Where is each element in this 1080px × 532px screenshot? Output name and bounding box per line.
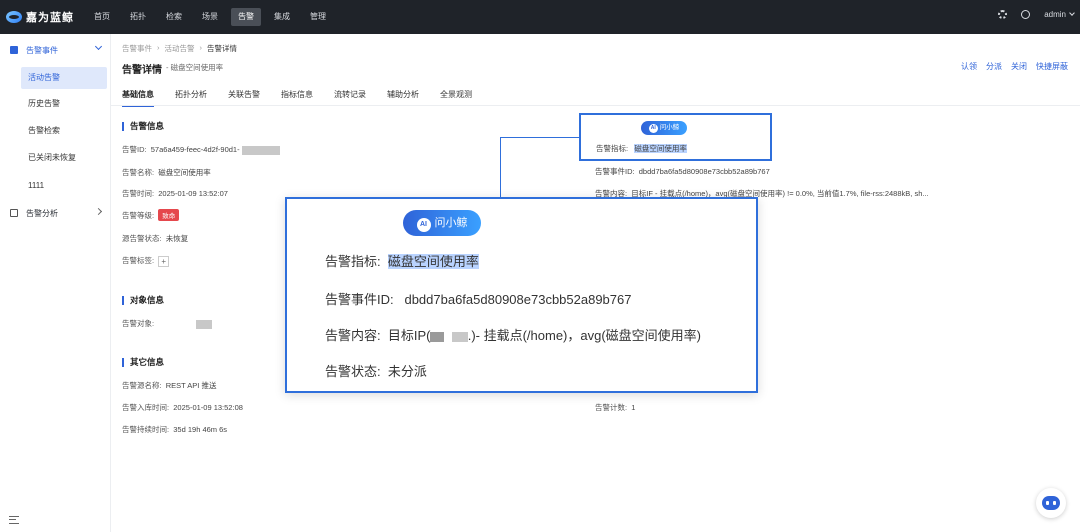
sidebar-group-label: 告警事件 (26, 45, 58, 55)
field-ingest-time: 告警入库时间: 2025-01-09 13:52:08 (122, 403, 243, 412)
nav-home[interactable]: 首页 (87, 8, 117, 26)
redacted-block (430, 331, 445, 342)
breadcrumb-current: 告警详情 (207, 44, 237, 53)
chevron-down-icon[interactable] (1069, 10, 1075, 16)
page-title: 告警详情 (122, 65, 162, 76)
chevron-down-icon (94, 42, 103, 51)
user-menu[interactable]: admin (1044, 10, 1066, 19)
level-badge: 致命 (158, 209, 180, 221)
header-actions: 认领 分派 关闭 快捷屏蔽 (961, 61, 1068, 72)
callout-connector (500, 137, 501, 197)
field-alert-level: 告警等级: 致命 (122, 209, 180, 221)
alert-icon (10, 46, 18, 54)
nav-integration[interactable]: 集成 (267, 8, 297, 26)
sidebar-item-closed-unrecovered[interactable]: 已关闭未恢复 (21, 147, 107, 169)
field-source-state: 源告警状态: 未恢复 (122, 234, 189, 243)
assistant-bot-button[interactable] (1036, 488, 1066, 518)
breadcrumb-item[interactable]: 活动告警 (165, 43, 195, 54)
alert-id-value: 57a6a459-feec-4d2f-90d1- (150, 145, 240, 154)
field-source-name: 告警源名称: REST API 推送 (122, 381, 217, 390)
ask-ai-button-zoomed[interactable]: AI 问小鲸 (403, 210, 481, 236)
field-alert-object: 告警对象: (122, 318, 213, 329)
nav-search[interactable]: 检索 (159, 8, 189, 26)
page-subtitle: - 磁盘空间使用率 (166, 63, 224, 72)
claim-button[interactable]: 认领 (961, 61, 977, 72)
selected-text: 磁盘空间使用率 (634, 144, 687, 153)
gear-icon[interactable] (998, 10, 1008, 19)
highlight-box-small: AI 问小鲸 告警指标: 磁盘空间使用率 (579, 113, 772, 161)
section-title-alert-info: 告警信息 (122, 122, 164, 131)
field-alert-count: 告警计数: 1 (595, 403, 636, 412)
redacted-block (451, 331, 468, 342)
redacted-block (241, 145, 280, 155)
ask-ai-button[interactable]: AI 问小鲸 (641, 121, 687, 135)
sidebar-item-history-alerts[interactable]: 历史告警 (21, 93, 107, 115)
redacted-block (196, 319, 213, 329)
callout-connector (500, 137, 580, 138)
breadcrumb-item[interactable]: 告警事件 (122, 43, 152, 54)
app-logo[interactable]: 嘉为蓝鲸 (6, 9, 74, 25)
field-event-id: 告警事件ID: dbdd7ba6fa5d80908e73cbb52a89b767 (595, 167, 770, 176)
main-content: 告警事件 › 活动告警 › 告警详情 告警详情 - 磁盘空间使用率 认领 分派 … (111, 34, 1080, 532)
zoom-event-id-row: 告警事件ID: dbdd7ba6fa5d80908e73cbb52a89b767 (325, 292, 632, 307)
robot-icon (1042, 496, 1060, 510)
sidebar-group-alert-events[interactable]: 告警事件 (0, 37, 111, 63)
sidebar-group-label: 告警分析 (26, 208, 58, 218)
field-alert-time: 告警时间: 2025-01-09 13:52:07 (122, 189, 228, 198)
sidebar-group-alert-analysis[interactable]: 告警分析 (0, 200, 111, 226)
sidebar-item-active-alerts[interactable]: 活动告警 (21, 67, 107, 89)
zoom-callout: AI 问小鲸 告警指标: 磁盘空间使用率 告警事件ID: dbdd7ba6fa5d… (285, 197, 758, 393)
field-alert-tags: 告警标签: + (122, 255, 170, 267)
zoom-metric-row: 告警指标: 磁盘空间使用率 (325, 254, 479, 269)
logo-icon (6, 11, 22, 23)
close-button[interactable]: 关闭 (1011, 61, 1027, 72)
field-alert-id: 告警ID: 57a6a459-feec-4d2f-90d1- (122, 144, 280, 155)
zoom-content-row: 告警内容: 目标IP( .)- 挂载点(/home)，avg(磁盘空间使用率) (325, 328, 702, 343)
chevron-right-icon (94, 207, 103, 216)
breadcrumb: 告警事件 › 活动告警 › 告警详情 (122, 43, 237, 54)
nav-admin[interactable]: 管理 (303, 8, 333, 26)
field-alert-metric: 告警指标: 磁盘空间使用率 (596, 144, 687, 153)
ai-icon: AI (416, 218, 431, 232)
collapse-sidebar-icon[interactable] (9, 516, 19, 524)
chart-icon (10, 209, 18, 217)
field-alert-name: 告警名称: 磁盘空间使用率 (122, 168, 211, 177)
top-right-tools: admin (998, 10, 1075, 19)
selected-text: 磁盘空间使用率 (387, 254, 479, 269)
sidebar-item-1111[interactable]: 1111 (21, 175, 107, 197)
top-bar: 嘉为蓝鲸 首页 拓扑 检索 场景 告警 集成 管理 admin (0, 0, 1080, 34)
zoom-status-row: 告警状态: 未分派 (325, 364, 427, 379)
help-icon[interactable] (1021, 10, 1031, 19)
nav-scenes[interactable]: 场景 (195, 8, 225, 26)
field-duration: 告警持续时间: 35d 19h 46m 6s (122, 425, 228, 434)
nav-topology[interactable]: 拓扑 (123, 8, 153, 26)
section-title-object-info: 对象信息 (122, 296, 164, 305)
quick-mute-button[interactable]: 快捷屏蔽 (1036, 61, 1068, 72)
logo-text: 嘉为蓝鲸 (26, 12, 74, 24)
assign-button[interactable]: 分派 (986, 61, 1002, 72)
nav-alerts[interactable]: 告警 (231, 8, 261, 26)
sidebar-item-alert-search[interactable]: 告警检索 (21, 120, 107, 142)
section-title-other-info: 其它信息 (122, 358, 164, 367)
sidebar: 告警事件 活动告警 历史告警 告警检索 已关闭未恢复 1111 告警分析 (0, 34, 111, 532)
ai-icon: AI (648, 124, 658, 133)
top-nav: 首页 拓扑 检索 场景 告警 集成 管理 (87, 8, 339, 26)
add-tag-button[interactable]: + (158, 255, 170, 267)
